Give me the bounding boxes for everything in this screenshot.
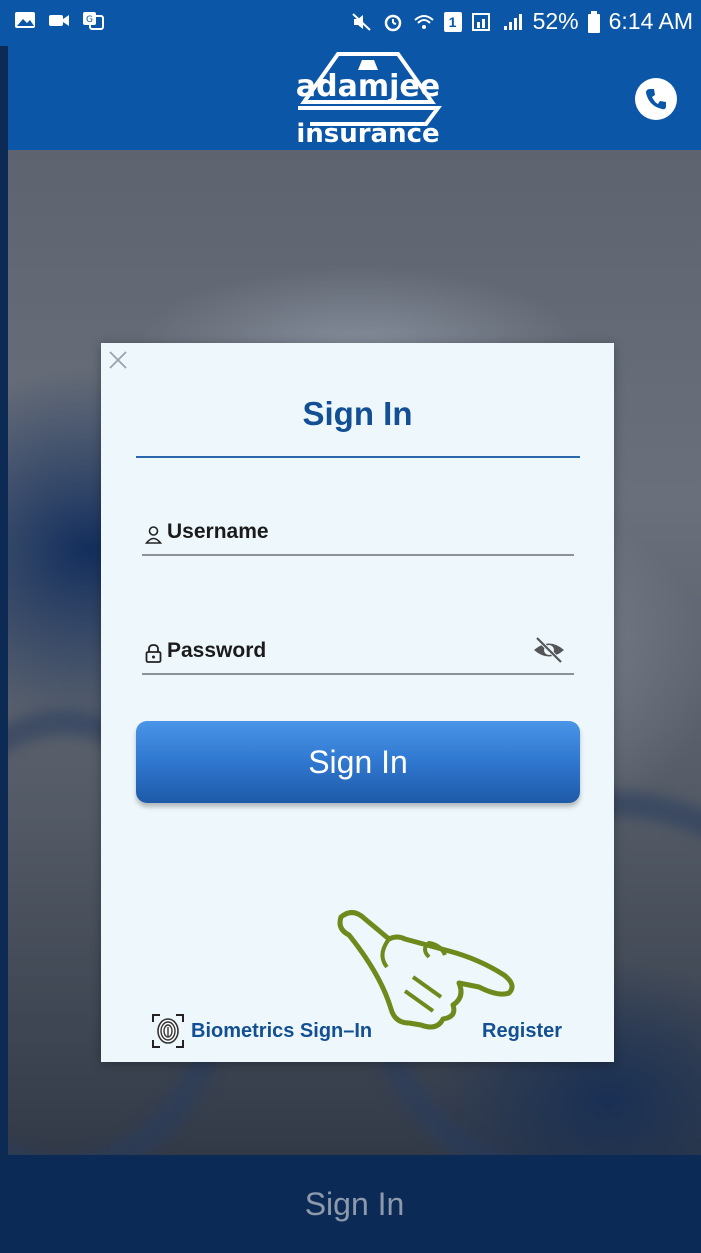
battery-percent: 52% (532, 8, 579, 34)
translate-icon: G (83, 12, 104, 30)
bottom-bar: Sign In (8, 1155, 701, 1253)
username-input[interactable] (165, 514, 529, 550)
title-divider (136, 456, 580, 458)
dialog-title: Sign In (302, 395, 413, 432)
lock-icon (145, 644, 162, 663)
mute-icon (351, 12, 371, 31)
password-input[interactable] (165, 633, 529, 669)
video-icon (49, 15, 69, 26)
phone-icon (646, 89, 666, 110)
svg-text:adamjee: adamjee (296, 69, 440, 104)
hide-password-icon[interactable] (532, 635, 566, 665)
bottom-sign-in-button[interactable]: Sign In (8, 1155, 701, 1253)
username-field[interactable] (142, 492, 574, 556)
sim-icon (471, 12, 490, 31)
svg-text:G: G (86, 15, 93, 25)
status-left-icons: G (14, 10, 104, 30)
wifi-icon (413, 14, 434, 29)
register-link[interactable]: Register (482, 1020, 562, 1043)
call-button[interactable] (635, 78, 677, 120)
app-header: adamjee insurance (8, 46, 701, 150)
signal-icon (503, 13, 522, 30)
gallery-icon (15, 12, 35, 28)
sign-in-dialog: Sign In Sign In Biometrics Sign–In Regis… (101, 343, 614, 1062)
biometrics-label: Biometrics Sign–In (191, 1019, 373, 1042)
biometrics-sign-in-link[interactable]: Biometrics Sign–In (151, 1013, 372, 1049)
status-right-icons: 1 52% 6:14 AM (351, 8, 693, 35)
sim-slot-badge: 1 (443, 11, 462, 32)
clock: 6:14 AM (608, 8, 693, 34)
svg-text:insurance: insurance (296, 119, 439, 146)
user-icon (145, 526, 162, 544)
adamjee-insurance-logo: adamjee insurance (296, 52, 442, 146)
alarm-icon (384, 14, 401, 31)
close-icon[interactable] (107, 349, 129, 371)
sign-in-button[interactable]: Sign In (136, 721, 580, 803)
battery-icon (587, 10, 600, 33)
password-field[interactable] (142, 611, 574, 675)
fingerprint-icon (152, 1014, 184, 1048)
status-bar: G 1 52% 6:14 AM (0, 0, 701, 46)
